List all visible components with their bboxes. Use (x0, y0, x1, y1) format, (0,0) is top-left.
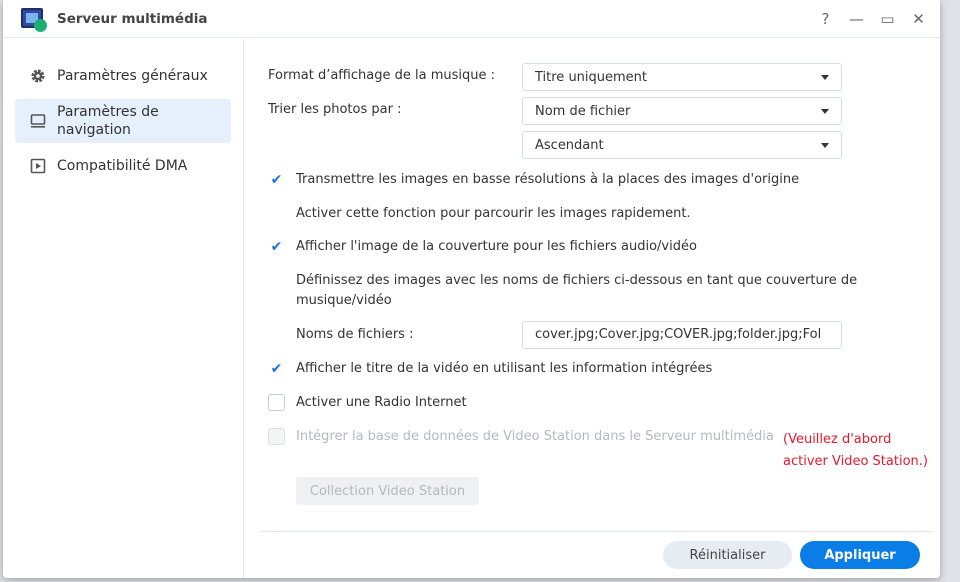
sidebar-item-label: Paramètres de navigation (57, 104, 159, 138)
cover-description: Définissez des images avec les noms de f… (296, 273, 858, 308)
help-icon[interactable]: ? (810, 10, 841, 28)
settings-panel: Format d’affichage de la musique : Titre… (268, 39, 940, 578)
gear-icon (29, 68, 47, 84)
sidebar-item-general[interactable]: Paramètres généraux (15, 59, 231, 93)
footer-divider (261, 531, 932, 532)
minimize-icon[interactable]: — (841, 10, 872, 28)
video-title-label: Afficher le titre de la vidéo en utilisa… (296, 361, 713, 376)
sidebar-item-label: Compatibilité DMA (57, 158, 188, 174)
radio-checkbox[interactable] (268, 394, 285, 411)
title-bar: Serveur multimédia ? — ▭ ✕ (3, 0, 940, 38)
monitor-icon (29, 113, 47, 129)
sidebar-item-label: Paramètres généraux (57, 68, 208, 84)
low-res-description: Activer cette fonction pour parcourir le… (296, 206, 691, 221)
cover-label: Afficher l'image de la couverture pour l… (296, 239, 697, 254)
window-title: Serveur multimédia (57, 10, 208, 27)
maximize-icon[interactable]: ▭ (872, 10, 903, 28)
play-icon (29, 158, 47, 174)
collection-video-station-button[interactable]: Collection Video Station (296, 477, 479, 505)
reset-button[interactable]: Réinitialiser (663, 541, 792, 569)
chevron-down-icon (821, 74, 829, 80)
cover-checkbox[interactable]: ✔ (268, 238, 285, 255)
video-title-checkbox[interactable]: ✔ (268, 360, 285, 377)
sidebar-item-navigation[interactable]: Paramètres de navigation (15, 99, 231, 143)
dialog-window: Serveur multimédia ? — ▭ ✕ Paramètres gé… (3, 0, 940, 578)
music-format-value: Titre uniquement (535, 69, 648, 85)
sidebar: Paramètres généraux Paramètres de naviga… (3, 39, 244, 578)
music-format-label: Format d’affichage de la musique : (268, 68, 495, 83)
low-res-label: Transmettre les images en basse résoluti… (296, 172, 800, 187)
apply-button[interactable]: Appliquer (800, 541, 920, 569)
sidebar-item-dma[interactable]: Compatibilité DMA (15, 149, 231, 183)
media-server-app-icon (21, 7, 47, 32)
sort-order-select[interactable]: Ascendant (522, 131, 842, 159)
sort-photos-value: Nom de fichier (535, 103, 631, 119)
chevron-down-icon (821, 142, 829, 148)
chevron-down-icon (821, 108, 829, 114)
video-station-label: Intégrer la base de données de Video Sta… (296, 429, 774, 444)
video-station-checkbox[interactable] (268, 428, 285, 445)
sort-photos-select[interactable]: Nom de fichier (522, 97, 842, 125)
low-res-checkbox[interactable]: ✔ (268, 171, 285, 188)
video-station-warning: (Veuillez d'abord activer Video Station.… (783, 432, 928, 469)
sort-order-value: Ascendant (535, 137, 604, 153)
close-icon[interactable]: ✕ (903, 10, 934, 28)
radio-label: Activer une Radio Internet (296, 395, 467, 410)
music-format-select[interactable]: Titre uniquement (522, 63, 842, 91)
filenames-input[interactable]: cover.jpg;Cover.jpg;COVER.jpg;folder.jpg… (522, 321, 842, 349)
filenames-label: Noms de fichiers : (296, 327, 414, 342)
sort-photos-label: Trier les photos par : (268, 102, 402, 117)
